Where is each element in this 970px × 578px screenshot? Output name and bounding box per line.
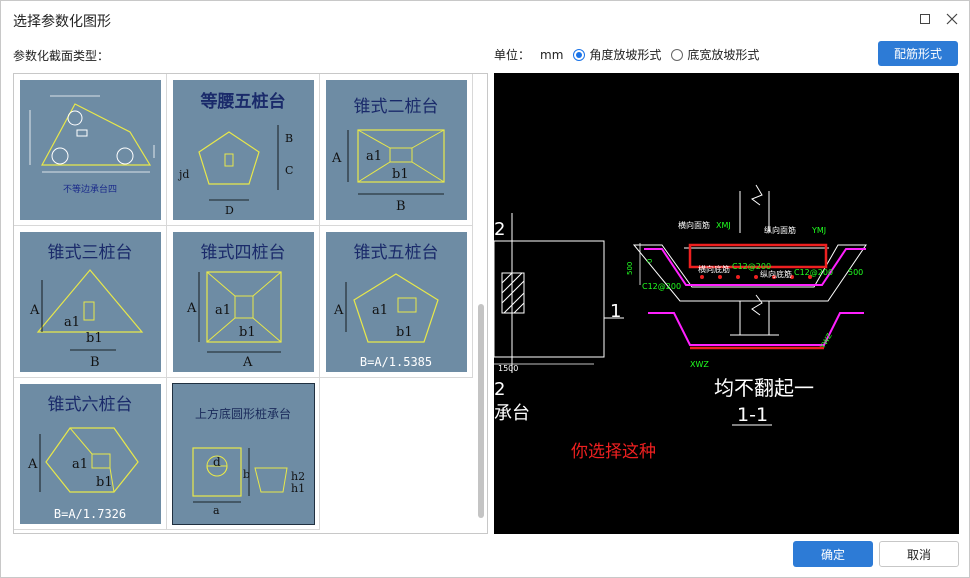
shape-thumb-5[interactable]: 锥式四桩台 A a1 b1 A	[167, 226, 320, 378]
svg-text:b1: b1	[96, 475, 113, 490]
svg-text:YMJ: YMJ	[811, 226, 826, 235]
preview-panel: 2 1 1500 2 承台 横向面筋 纵向面筋 横向底筋 纵向底筋 XMJ YM…	[494, 73, 959, 534]
title-bar: 选择参数化图形	[1, 1, 969, 37]
selection-note: 你选择这种	[571, 442, 656, 462]
thumb-title: 等腰五桩台	[201, 91, 286, 112]
svg-text:b: b	[243, 468, 250, 481]
svg-text:锥式六桩台: 锥式六桩台	[48, 395, 133, 415]
svg-text:A: A	[333, 303, 344, 318]
radio-width-slope[interactable]: 底宽放坡形式	[671, 46, 759, 63]
svg-text:B: B	[90, 355, 100, 370]
svg-text:横向底筋: 横向底筋	[698, 264, 730, 274]
svg-text:d: d	[213, 455, 221, 469]
svg-text:2: 2	[494, 219, 505, 240]
scrollbar-thumb[interactable]	[478, 304, 484, 518]
svg-text:b1: b1	[239, 325, 256, 340]
shape-thumb-3[interactable]: 锥式二桩台 A a1 b1 B	[320, 74, 473, 226]
ok-button[interactable]: 确定	[793, 541, 873, 567]
svg-text:a1: a1	[366, 149, 382, 164]
svg-text:B=A/1.7326: B=A/1.7326	[54, 507, 126, 521]
svg-text:C: C	[285, 164, 293, 177]
svg-text:B: B	[285, 132, 293, 145]
svg-text:均不翻起一: 均不翻起一	[714, 376, 814, 400]
unit-row: 单位： mm 角度放坡形式 底宽放坡形式	[494, 46, 769, 63]
svg-text:B: B	[396, 199, 406, 214]
svg-text:C12@200: C12@200	[642, 282, 681, 291]
svg-text:锥式五桩台: 锥式五桩台	[354, 243, 439, 263]
thumb-image: 锥式六桩台 A a1 b1 B=A/1.7326	[20, 384, 161, 524]
svg-text:A: A	[186, 301, 197, 316]
section-type-label: 参数化截面类型：	[13, 49, 110, 63]
shape-thumb-7[interactable]: 锥式六桩台 A a1 b1 B=A/1.7326	[14, 378, 167, 530]
svg-text:2: 2	[494, 379, 505, 400]
svg-text:A: A	[29, 303, 40, 318]
svg-text:C12@200: C12@200	[732, 262, 771, 271]
radio-label: 角度放坡形式	[589, 48, 662, 62]
svg-text:a1: a1	[64, 315, 80, 330]
dialog-title: 选择参数化图形	[13, 14, 111, 30]
svg-text:A: A	[242, 355, 253, 370]
unit-value: mm	[540, 47, 564, 62]
shape-thumb-2[interactable]: 等腰五桩台 B C jd D	[167, 74, 320, 226]
thumb-image: 锥式四桩台 A a1 b1 A	[173, 232, 314, 372]
radio-unselected-icon	[671, 48, 684, 61]
thumb-image: 等腰五桩台 B C jd D	[173, 80, 314, 220]
svg-text:XWZ: XWZ	[690, 360, 709, 369]
svg-text:b1: b1	[392, 167, 409, 182]
svg-text:上方底圆形桩承台: 上方底圆形桩承台	[195, 406, 291, 421]
svg-text:1500: 1500	[498, 364, 518, 373]
shape-thumb-1[interactable]: 不等边承台四	[14, 74, 167, 226]
shape-thumb-6[interactable]: 锥式五桩台 A a1 b1 B=A/1.5385	[320, 226, 473, 378]
svg-text:承台: 承台	[494, 403, 530, 424]
svg-text:0: 0	[646, 259, 654, 263]
svg-text:a: a	[213, 504, 220, 517]
thumb-image: 锥式三桩台 A a1 b1 B	[20, 232, 161, 372]
svg-text:a1: a1	[372, 303, 388, 318]
svg-text:b1: b1	[86, 331, 103, 346]
svg-text:锥式四桩台: 锥式四桩台	[201, 243, 286, 263]
svg-text:YWZ: YWZ	[818, 332, 834, 351]
svg-text:横向面筋: 横向面筋	[678, 220, 710, 230]
shape-thumb-4[interactable]: 锥式三桩台 A a1 b1 B	[14, 226, 167, 378]
dialog-window: 选择参数化图形 参数化截面类型： 单位： mm 角度放坡形式 底宽放坡形式 配筋…	[0, 0, 970, 578]
rebar-form-button[interactable]: 配筋形式	[878, 41, 958, 66]
shape-grid: 不等边承台四 等腰五桩台 B C jd D 锥式二桩台 A a1 b1 B 锥式…	[13, 73, 488, 534]
svg-text:500: 500	[626, 262, 634, 275]
svg-text:a1: a1	[215, 303, 231, 318]
close-icon[interactable]	[942, 9, 962, 29]
svg-text:纵向面筋: 纵向面筋	[764, 225, 796, 235]
maximize-icon[interactable]	[915, 9, 935, 29]
svg-text:jd: jd	[177, 168, 189, 181]
thumb-image: 不等边承台四	[20, 80, 161, 220]
svg-text:500: 500	[848, 268, 863, 277]
radio-label: 底宽放坡形式	[687, 48, 760, 62]
svg-text:XMJ: XMJ	[716, 221, 731, 230]
thumb-image: 锥式二桩台 A a1 b1 B	[326, 80, 467, 220]
svg-text:h1: h1	[291, 482, 305, 495]
svg-text:C12@200: C12@200	[794, 268, 833, 277]
shape-thumb-8[interactable]: 上方底圆形桩承台 d b a h2 h1	[167, 378, 320, 530]
svg-text:D: D	[225, 204, 234, 217]
radio-angle-slope[interactable]: 角度放坡形式	[573, 46, 661, 63]
svg-text:1: 1	[610, 301, 621, 322]
unit-label: 单位：	[494, 48, 531, 62]
thumb-image: 上方底圆形桩承台 d b a h2 h1	[172, 383, 315, 525]
svg-text:b1: b1	[396, 325, 413, 340]
thumb-image: 锥式五桩台 A a1 b1 B=A/1.5385	[326, 232, 467, 372]
svg-text:A: A	[27, 457, 38, 472]
svg-text:1-1: 1-1	[737, 404, 768, 426]
svg-text:B=A/1.5385: B=A/1.5385	[360, 355, 432, 369]
cancel-button[interactable]: 取消	[879, 541, 959, 567]
svg-text:a1: a1	[72, 457, 88, 472]
svg-text:A: A	[331, 151, 342, 166]
thumb-title: 不等边承台四	[63, 183, 117, 195]
radio-selected-icon	[573, 48, 586, 61]
svg-text:锥式三桩台: 锥式三桩台	[48, 243, 133, 263]
svg-text:锥式二桩台: 锥式二桩台	[354, 97, 439, 117]
